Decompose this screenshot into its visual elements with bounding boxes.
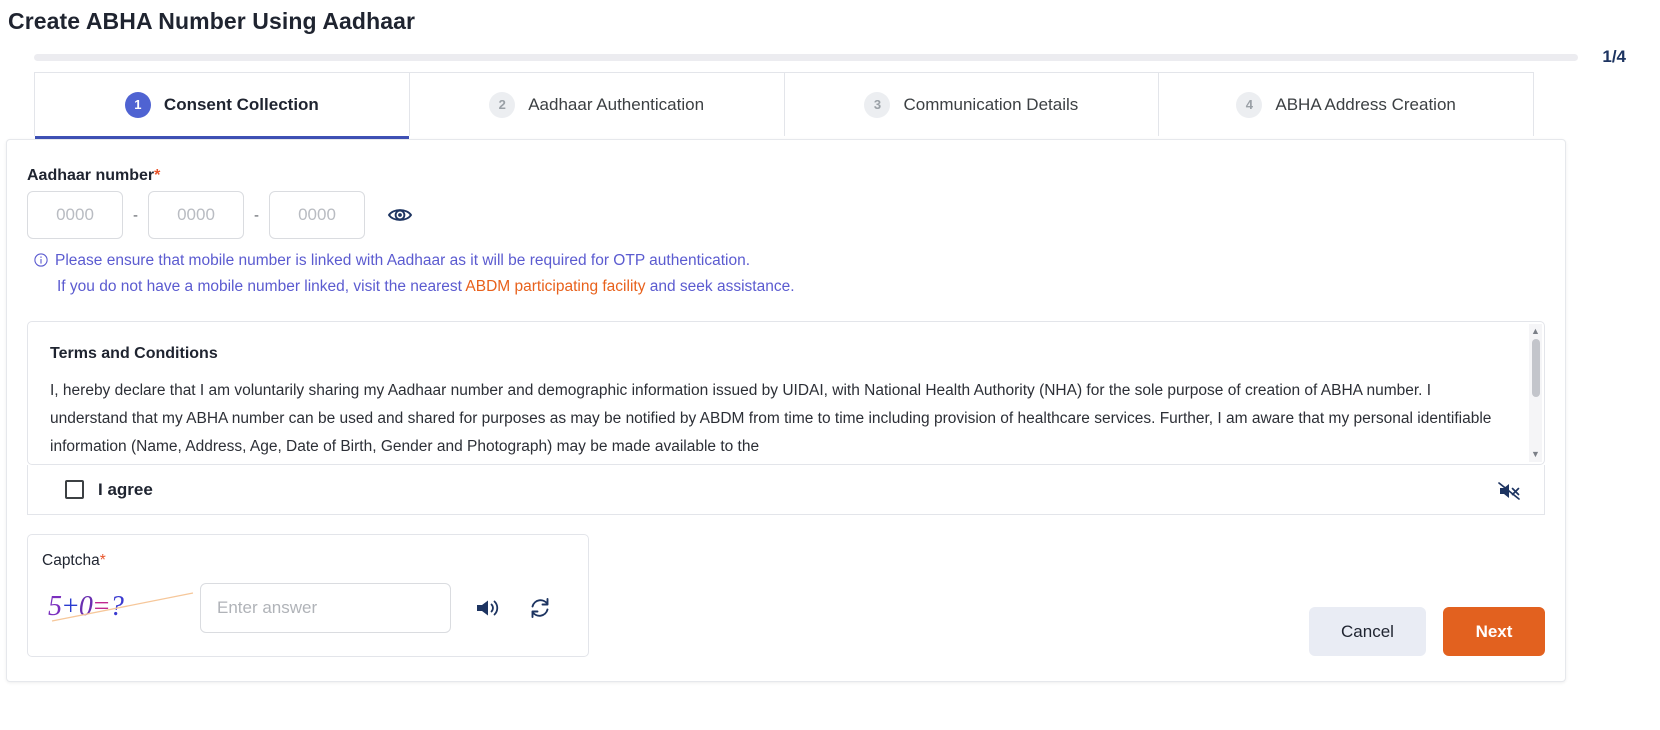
terms-scrollbar[interactable]: ▲ ▼ <box>1529 324 1542 462</box>
agree-checkbox[interactable] <box>65 480 84 499</box>
aadhaar-number-label: Aadhaar number* <box>27 167 160 185</box>
step-badge-2: 2 <box>489 91 516 118</box>
captcha-row: 5+0=? <box>42 583 555 633</box>
tab-communication-details[interactable]: 3 Communication Details <box>785 73 1160 136</box>
aadhaar-input-part-3[interactable] <box>269 191 365 239</box>
page-title: Create ABHA Number Using Aadhaar <box>8 8 416 34</box>
aadhaar-input-group: - - <box>27 191 413 239</box>
scroll-up-arrow-icon[interactable]: ▲ <box>1531 324 1540 339</box>
captcha-challenge-text: 5+0=? <box>48 591 124 623</box>
required-asterisk: * <box>154 167 161 184</box>
abha-creation-page: Create ABHA Number Using Aadhaar 1/4 1 C… <box>0 0 1660 730</box>
captcha-label-text: Captcha <box>42 552 100 569</box>
abdm-facility-link[interactable]: ABDM participating facility <box>465 278 645 295</box>
tab-consent-collection[interactable]: 1 Consent Collection <box>35 73 410 139</box>
tab-abha-address-creation[interactable]: 4 ABHA Address Creation <box>1159 73 1533 136</box>
aadhaar-input-part-2[interactable] <box>148 191 244 239</box>
speaker-icon[interactable] <box>473 593 503 623</box>
scrollbar-thumb[interactable] <box>1531 339 1540 397</box>
info-text-line-2-prefix: If you do not have a mobile number linke… <box>57 278 466 295</box>
tab-label-consent-collection: Consent Collection <box>163 94 319 114</box>
captcha-label: Captcha* <box>42 552 106 570</box>
info-text-line-2-suffix: and seek assistance. <box>645 278 795 295</box>
captcha-char-3: 0 <box>78 591 93 622</box>
progress-bar-track <box>34 53 1578 61</box>
captcha-required-asterisk: * <box>99 552 106 569</box>
step-badge-3: 3 <box>864 91 891 118</box>
mobile-link-info-line-1: Please ensure that mobile number is link… <box>34 252 750 270</box>
step-badge-1: 1 <box>124 91 151 118</box>
progress-step-count: 1/4 <box>1602 47 1626 66</box>
mobile-link-info-line-2: If you do not have a mobile number linke… <box>57 278 795 296</box>
aadhaar-label-text: Aadhaar number <box>27 167 155 184</box>
refresh-icon[interactable] <box>525 593 555 623</box>
tab-label-abha-address-creation: ABHA Address Creation <box>1275 94 1456 114</box>
captcha-char-1: 5 <box>48 591 62 622</box>
aadhaar-separator-2: - <box>254 206 259 224</box>
captcha-challenge-image: 5+0=? <box>42 583 200 633</box>
info-text-line-1: Please ensure that mobile number is link… <box>55 252 751 269</box>
captcha-char-5: ? <box>109 591 124 622</box>
terms-title: Terms and Conditions <box>50 345 218 362</box>
consent-form-card: Aadhaar number* - - <box>6 139 1566 682</box>
step-badge-4: 4 <box>1236 91 1263 118</box>
terms-body-text: I, hereby declare that I am voluntarily … <box>50 382 1492 455</box>
aadhaar-input-part-1[interactable] <box>27 191 123 239</box>
agree-row: I agree <box>27 465 1545 515</box>
tab-aadhaar-authentication[interactable]: 2 Aadhaar Authentication <box>410 73 785 136</box>
next-button[interactable]: Next <box>1443 607 1545 656</box>
speaker-mute-icon[interactable] <box>1496 478 1522 504</box>
info-circle-icon <box>34 252 48 270</box>
scroll-down-arrow-icon[interactable]: ▼ <box>1531 447 1540 462</box>
captcha-card: Captcha* 5+0=? <box>27 534 589 657</box>
captcha-char-4: = <box>91 591 111 622</box>
terms-and-conditions-box: Terms and Conditions I, hereby declare t… <box>27 321 1545 465</box>
stepper-tabs: 1 Consent Collection 2 Aadhaar Authentic… <box>34 72 1534 139</box>
progress-row: 1/4 <box>34 47 1626 66</box>
agree-label: I agree <box>98 479 153 499</box>
aadhaar-separator-1: - <box>133 206 138 224</box>
tab-label-aadhaar-authentication: Aadhaar Authentication <box>528 94 705 114</box>
captcha-char-2: + <box>61 591 80 622</box>
captcha-answer-input[interactable] <box>200 583 451 633</box>
tab-label-communication-details: Communication Details <box>903 94 1079 114</box>
eye-icon[interactable] <box>387 202 413 228</box>
cancel-button[interactable]: Cancel <box>1309 607 1426 656</box>
